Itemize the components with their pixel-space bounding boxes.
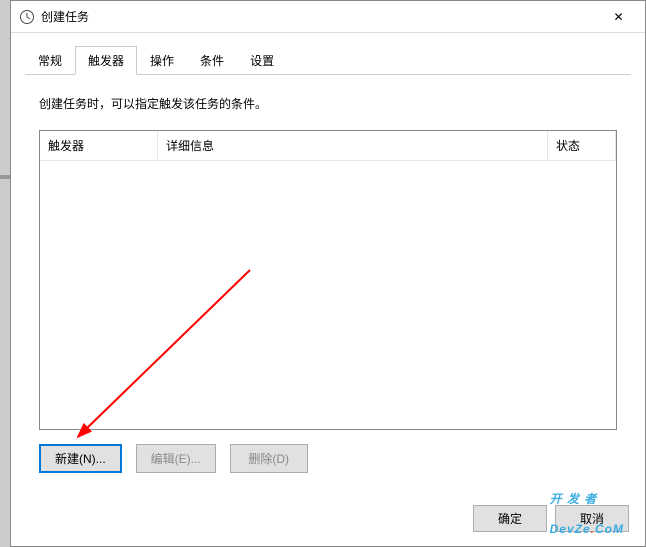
- close-icon: ✕: [613, 10, 623, 24]
- list-body: [40, 161, 616, 429]
- window-title: 创建任务: [41, 8, 596, 25]
- footer-buttons: 确定 取消: [473, 505, 629, 532]
- clock-icon: [19, 9, 35, 25]
- tab-conditions[interactable]: 条件: [187, 46, 237, 75]
- dialog-window: 创建任务 ✕ 常规 触发器 操作 条件 设置 创建任务时，可以指定触发该任务的条…: [10, 0, 646, 547]
- tab-settings[interactable]: 设置: [237, 46, 287, 75]
- tab-label: 触发器: [88, 54, 124, 68]
- tab-strip: 常规 触发器 操作 条件 设置: [25, 45, 631, 75]
- ok-button[interactable]: 确定: [473, 505, 547, 532]
- delete-button: 删除(D): [230, 444, 308, 473]
- tab-general[interactable]: 常规: [25, 46, 75, 75]
- tab-label: 条件: [200, 54, 224, 68]
- tab-label: 设置: [250, 54, 274, 68]
- titlebar: 创建任务 ✕: [11, 1, 645, 33]
- new-button[interactable]: 新建(N)...: [39, 444, 122, 473]
- list-header: 触发器 详细信息 状态: [40, 131, 616, 161]
- triggers-list[interactable]: 触发器 详细信息 状态: [39, 130, 617, 430]
- col-header-trigger[interactable]: 触发器: [40, 131, 158, 160]
- tab-label: 操作: [150, 54, 174, 68]
- tab-triggers[interactable]: 触发器: [75, 46, 137, 75]
- col-header-detail[interactable]: 详细信息: [158, 131, 548, 160]
- edit-button: 编辑(E)...: [136, 444, 216, 473]
- triggers-panel: 创建任务时，可以指定触发该任务的条件。 触发器 详细信息 状态 新建(N)...…: [25, 75, 631, 487]
- help-text: 创建任务时，可以指定触发该任务的条件。: [39, 95, 617, 112]
- button-row: 新建(N)... 编辑(E)... 删除(D): [39, 444, 617, 473]
- cancel-button[interactable]: 取消: [555, 505, 629, 532]
- close-button[interactable]: ✕: [596, 2, 641, 32]
- tabs-container: 常规 触发器 操作 条件 设置 创建任务时，可以指定触发该任务的条件。 触发器 …: [11, 33, 645, 487]
- tab-actions[interactable]: 操作: [137, 46, 187, 75]
- tab-label: 常规: [38, 54, 62, 68]
- col-header-status[interactable]: 状态: [548, 131, 616, 160]
